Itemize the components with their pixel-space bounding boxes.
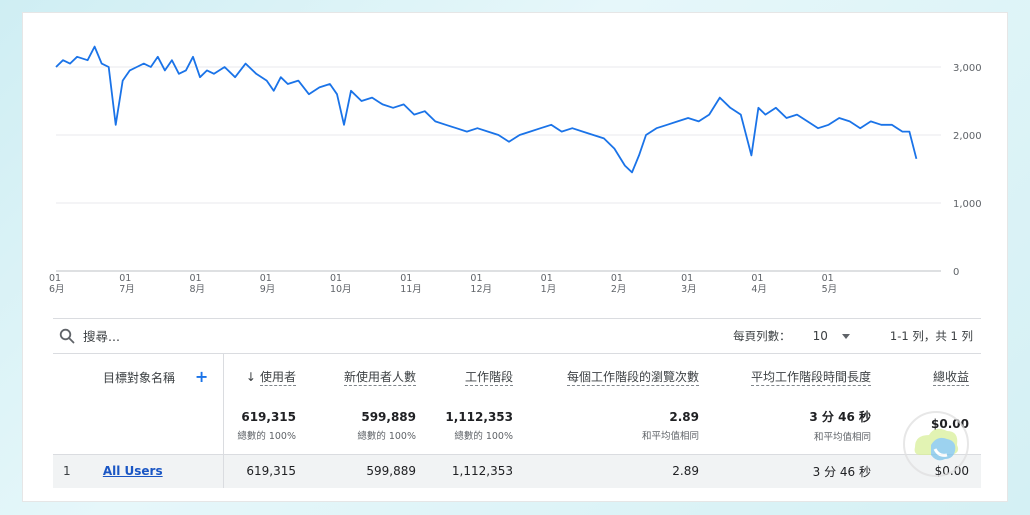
rows-per-page-label: 每頁列數： xyxy=(733,329,791,343)
rows-per-page-select[interactable]: 10 xyxy=(813,329,850,343)
report-card: 3,000 2,000 1,000 0 01 6月 01 7月 01 8月 01 9月 01 10月 01 1… xyxy=(22,12,1008,502)
row-index: 1 xyxy=(63,464,71,479)
x-tick-label: 01 xyxy=(611,273,623,284)
x-tick-label: 11月 xyxy=(400,284,422,295)
column-header-users[interactable]: ↓ 使用者 xyxy=(223,354,308,398)
x-tick-label: 8月 xyxy=(189,284,205,295)
pagination-range: 1-1 列，共 1 列 xyxy=(889,329,973,343)
column-header-new-users[interactable]: 新使用者人數 xyxy=(308,354,428,398)
x-tick-label: 5月 xyxy=(822,284,838,295)
x-tick-label: 3月 xyxy=(681,284,697,295)
y-tick-label: 0 xyxy=(953,267,959,278)
users-line-chart: 3,0002,0001,0000016月017月018月019月0110月011… xyxy=(49,45,982,295)
x-tick-label: 01 xyxy=(119,273,131,284)
x-tick-label: 01 xyxy=(400,273,412,284)
table-cell: 1,112,353 xyxy=(428,453,525,488)
x-tick-label: 10月 xyxy=(330,284,352,295)
rows-per-page-value: 10 xyxy=(812,329,828,343)
total-cell: 2.89 和平均值相同 xyxy=(641,409,699,442)
column-header-views-per-session[interactable]: 每個工作階段的瀏覽次數 xyxy=(525,354,711,398)
x-tick-label: 01 xyxy=(189,273,201,284)
audience-table: 目標對象名稱 + ↓ 使用者 新使用者人數 工作階段 每個工作階段的瀏覽次數 平均… xyxy=(53,354,981,488)
y-tick-label: 1,000 xyxy=(953,199,982,210)
y-tick-label: 3,000 xyxy=(953,63,982,74)
x-tick-label: 6月 xyxy=(49,284,65,295)
x-tick-label: 01 xyxy=(330,273,342,284)
table-cell: 599,889 xyxy=(308,453,428,488)
x-tick-label: 01 xyxy=(49,273,61,284)
dimension-header: 目標對象名稱 + xyxy=(53,354,224,398)
x-tick-label: 1月 xyxy=(541,284,557,295)
total-cell: 1,112,353 總數的 100% xyxy=(445,409,513,442)
x-tick-label: 01 xyxy=(681,273,693,284)
search-icon xyxy=(59,328,75,344)
table-cell: 2.89 xyxy=(525,453,711,488)
y-tick-label: 2,000 xyxy=(953,131,982,142)
x-tick-label: 01 xyxy=(260,273,272,284)
x-tick-label: 01 xyxy=(470,273,482,284)
totals-row: 619,315 總數的 100% 599,889 總數的 100% 1,112,35… xyxy=(53,398,981,454)
x-tick-label: 01 xyxy=(822,273,834,284)
table-row: 1 All Users 619,315 599,889 1,112,353 2.… xyxy=(53,453,981,488)
add-dimension-icon[interactable]: + xyxy=(195,367,208,386)
x-tick-label: 4月 xyxy=(751,284,767,295)
x-tick-label: 2月 xyxy=(611,284,627,295)
dimension-header-label: 目標對象名稱 xyxy=(103,370,176,385)
sort-arrow-down-icon: ↓ xyxy=(245,369,256,384)
chevron-down-icon xyxy=(841,333,850,339)
table-toolbar: 每頁列數： 10 1-1 列，共 1 列 xyxy=(53,318,981,354)
x-tick-label: 12月 xyxy=(470,284,492,295)
x-tick-label: 7月 xyxy=(119,284,135,295)
column-header-sessions[interactable]: 工作階段 xyxy=(428,354,525,398)
x-tick-label: 01 xyxy=(751,273,763,284)
column-header-avg-session-duration[interactable]: 平均工作階段時間長度 xyxy=(711,354,883,398)
column-header-total-revenue[interactable]: 總收益 xyxy=(883,354,981,398)
users-series-line[interactable] xyxy=(55,45,918,174)
table-header-row: 目標對象名稱 + ↓ 使用者 新使用者人數 工作階段 每個工作階段的瀏覽次數 平均… xyxy=(53,354,981,398)
watermark-logo-icon xyxy=(903,411,969,477)
total-cell: 619,315 總數的 100% xyxy=(237,409,296,442)
table-cell: 619,315 xyxy=(223,453,308,488)
x-tick-label: 9月 xyxy=(260,284,276,295)
x-tick-label: 01 xyxy=(541,273,553,284)
total-cell: 3 分 46 秒和平均值相同 xyxy=(809,410,871,444)
total-cell: 599,889 總數的 100% xyxy=(357,409,416,442)
table-cell: 3 分 46 秒 xyxy=(711,453,883,488)
search-input[interactable] xyxy=(83,328,383,344)
dimension-link-all-users[interactable]: All Users xyxy=(103,464,163,478)
